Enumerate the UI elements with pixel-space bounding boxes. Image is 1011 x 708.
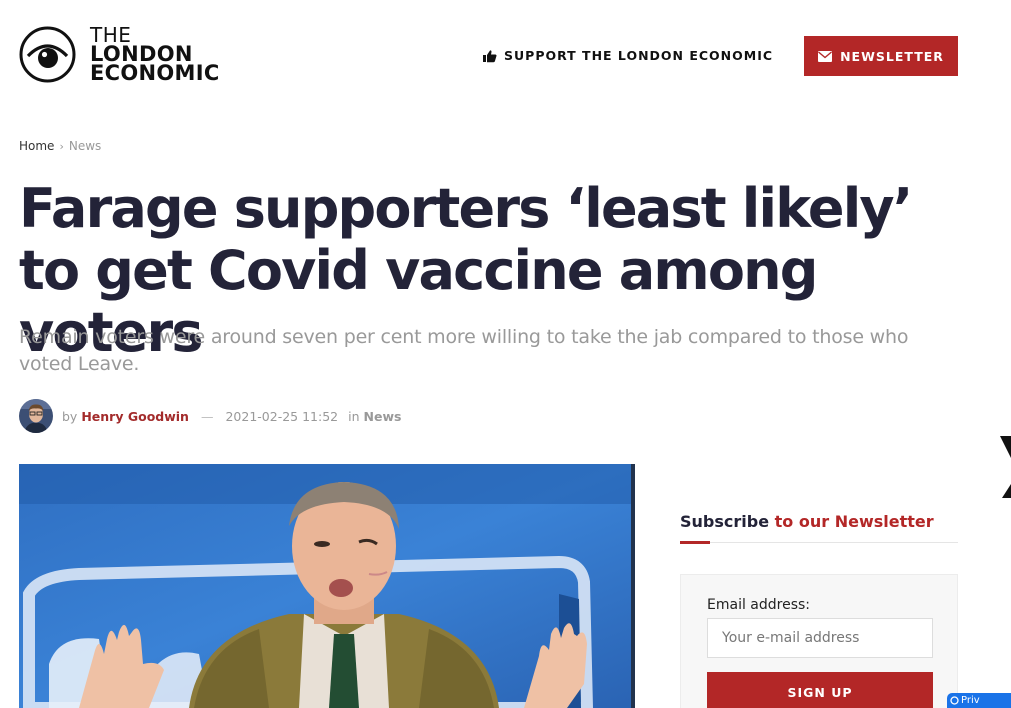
author-link[interactable]: Henry Goodwin	[81, 409, 189, 424]
article-subtitle: Remain voters were around seven per cent…	[19, 326, 909, 375]
site-logo[interactable]: THE LONDON ECONOMIC	[19, 25, 220, 85]
widget-title-subscribe: Subscribe	[680, 512, 770, 531]
privacy-badge[interactable]: Priv	[947, 693, 1011, 708]
newsletter-label: NEWSLETTER	[840, 48, 944, 64]
next-article-arrow-icon[interactable]	[1000, 436, 1011, 498]
logo-wordmark: THE LONDON ECONOMIC	[90, 25, 220, 85]
newsletter-button[interactable]: NEWSLETTER	[804, 36, 958, 76]
recaptcha-icon	[950, 696, 959, 705]
breadcrumb-separator: ›	[59, 139, 64, 153]
author-avatar[interactable]	[19, 399, 53, 433]
thumbs-up-icon	[483, 49, 497, 62]
eye-icon	[19, 26, 76, 83]
category-link[interactable]: News	[364, 409, 402, 424]
author-photo	[19, 399, 53, 433]
widget-divider	[680, 542, 958, 543]
meta-by: by	[62, 408, 78, 424]
privacy-badge-label: Priv	[961, 695, 980, 706]
signup-button[interactable]: SIGN UP	[707, 672, 933, 708]
logo-line-economic: ECONOMIC	[90, 61, 220, 85]
support-link[interactable]: SUPPORT THE LONDON ECONOMIC	[483, 48, 773, 63]
hero-photo	[19, 464, 635, 708]
newsletter-form: Email address: SIGN UP	[680, 574, 958, 708]
breadcrumb-news[interactable]: News	[69, 139, 101, 153]
breadcrumb-home[interactable]: Home	[19, 139, 54, 153]
envelope-icon	[818, 50, 833, 62]
widget-title-newsletter: to our Newsletter	[774, 512, 934, 531]
newsletter-widget-title: Subscribe to our Newsletter	[680, 512, 934, 531]
publish-date: 2021-02-25 11:52	[225, 408, 339, 424]
support-label: SUPPORT THE LONDON ECONOMIC	[504, 48, 774, 63]
meta-in: in	[348, 408, 360, 424]
hero-image[interactable]	[19, 464, 635, 708]
widget-accent-bar	[680, 541, 710, 544]
email-label: Email address:	[707, 597, 811, 613]
article-meta: by Henry Goodwin — 2021-02-25 11:52 in N…	[19, 398, 401, 434]
meta-separator: —	[200, 408, 214, 424]
email-input[interactable]	[707, 618, 933, 658]
breadcrumb: Home › News	[19, 139, 101, 153]
